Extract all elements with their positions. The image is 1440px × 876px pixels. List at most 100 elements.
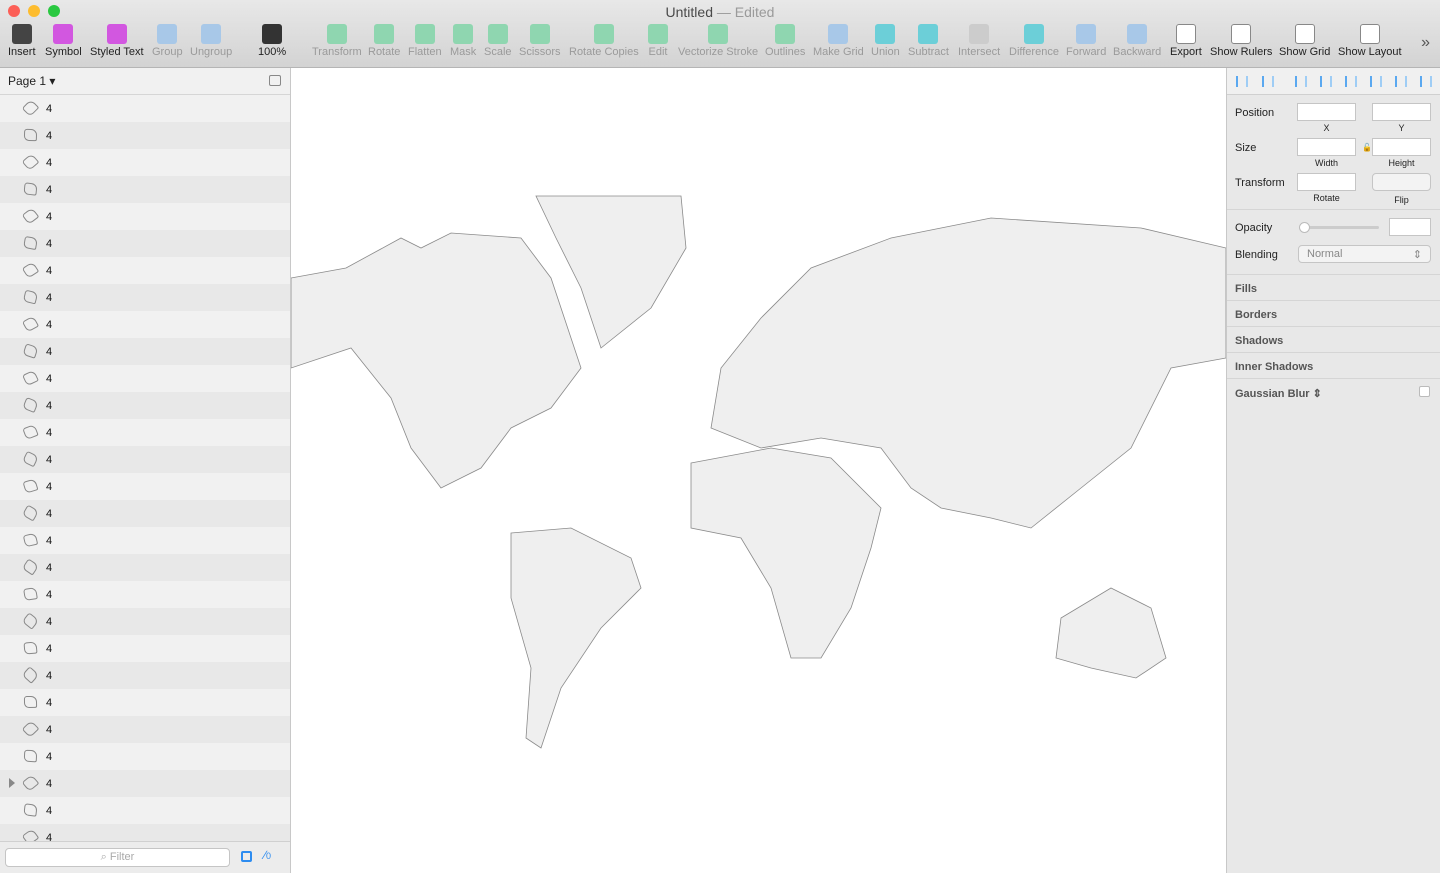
toolbar-ungroup-button[interactable]: Ungroup xyxy=(190,24,232,64)
shape-path-icon xyxy=(23,695,38,709)
layer-row[interactable]: 4 xyxy=(0,257,290,284)
toolbar-symbol-button[interactable]: Symbol xyxy=(45,24,82,64)
toolbar-export-button[interactable]: Export xyxy=(1170,24,1202,64)
toolbar-difference-button[interactable]: Difference xyxy=(1009,24,1059,64)
height-field[interactable] xyxy=(1372,138,1431,156)
layer-row[interactable]: 4 xyxy=(0,797,290,824)
blending-label: Blending xyxy=(1235,249,1278,261)
section-inner-shadows[interactable]: Inner Shadows xyxy=(1227,352,1440,378)
toolbar-rotate-copies-button[interactable]: Rotate Copies xyxy=(569,24,639,64)
shape-path-icon xyxy=(23,641,38,655)
layer-row[interactable]: 4 xyxy=(0,608,290,635)
layer-row[interactable]: 4 xyxy=(0,446,290,473)
collapse-icon[interactable] xyxy=(269,75,281,86)
toolbar-styled-text-button[interactable]: Styled Text xyxy=(90,24,144,64)
shape-path-icon xyxy=(23,749,38,763)
toolbar-subtract-button[interactable]: Subtract xyxy=(908,24,949,64)
layer-row[interactable]: 4 xyxy=(0,581,290,608)
toolbar-edit-button[interactable]: Edit xyxy=(648,24,668,64)
disclosure-triangle-icon[interactable] xyxy=(9,778,15,788)
layer-name: 4 xyxy=(46,319,53,331)
layer-row[interactable]: 4 xyxy=(0,554,290,581)
toolbar-label: 100% xyxy=(258,46,287,58)
layer-row[interactable]: 4 xyxy=(0,176,290,203)
toolbar-group-button[interactable]: Group xyxy=(152,24,183,64)
layer-row[interactable]: 4 xyxy=(0,284,290,311)
layer-row[interactable]: 4 xyxy=(0,95,290,122)
shape-path-icon xyxy=(21,558,40,576)
layer-row[interactable]: 4 xyxy=(0,635,290,662)
blending-select[interactable]: Normal ⇕ xyxy=(1298,245,1431,263)
toolbar-show-rulers-button[interactable]: Show Rulers xyxy=(1210,24,1272,64)
duplicate-icon[interactable] xyxy=(241,851,252,862)
shape-path-icon xyxy=(21,315,40,333)
filter-input[interactable]: ⌕ Filter xyxy=(5,848,230,867)
toolbar-vectorize-stroke-button[interactable]: Vectorize Stroke xyxy=(678,24,758,64)
layer-row[interactable]: 4 xyxy=(0,365,290,392)
toolbar-make-grid-button[interactable]: Make Grid xyxy=(813,24,864,64)
opacity-slider[interactable] xyxy=(1299,222,1379,233)
toolbar-100--button[interactable]: 100% xyxy=(258,24,286,64)
toolbar-show-grid-button[interactable]: Show Grid xyxy=(1279,24,1330,64)
y-field[interactable] xyxy=(1372,103,1431,121)
x-field[interactable] xyxy=(1297,103,1356,121)
edit-slices-button[interactable]: ∕0 xyxy=(264,848,271,862)
toolbar-union-button[interactable]: Union xyxy=(871,24,900,64)
lock-icon[interactable]: 🔓 xyxy=(1362,143,1372,152)
toolbar-scissors-button[interactable]: Scissors xyxy=(519,24,561,64)
opacity-label: Opacity xyxy=(1235,222,1273,234)
align-middle-icon[interactable] xyxy=(1395,76,1407,87)
section-shadows[interactable]: Shadows xyxy=(1227,326,1440,352)
layer-row[interactable]: 4 xyxy=(0,419,290,446)
layer-row[interactable]: 4 xyxy=(0,311,290,338)
toolbar-flatten-button[interactable]: Flatten xyxy=(408,24,442,64)
layer-row[interactable]: 4 xyxy=(0,473,290,500)
layer-row[interactable]: 4 xyxy=(0,743,290,770)
layer-row[interactable]: 4 xyxy=(0,338,290,365)
toolbar-overflow-button[interactable]: » xyxy=(1421,34,1430,52)
layer-row[interactable]: 4 xyxy=(0,230,290,257)
page-selector[interactable]: Page 1 ▾ xyxy=(0,68,290,95)
toolbar-show-layout-button[interactable]: Show Layout xyxy=(1338,24,1402,64)
layer-row[interactable]: 4 xyxy=(0,716,290,743)
toolbar-transform-button[interactable]: Transform xyxy=(312,24,362,64)
rotate-field[interactable] xyxy=(1297,173,1356,191)
gaussian-blur-checkbox[interactable] xyxy=(1419,386,1430,397)
toolbar-rotate-button[interactable]: Rotate xyxy=(368,24,400,64)
toolbar-mask-button[interactable]: Mask xyxy=(450,24,476,64)
layer-row[interactable]: 4 xyxy=(0,770,290,797)
shape-path-icon xyxy=(21,99,40,117)
align-center-icon[interactable] xyxy=(1320,76,1332,87)
toolbar-scale-button[interactable]: Scale xyxy=(484,24,512,64)
toolbar-intersect-button[interactable]: Intersect xyxy=(958,24,1000,64)
layer-row[interactable]: 4 xyxy=(0,689,290,716)
toolbar-backward-button[interactable]: Backward xyxy=(1113,24,1161,64)
layer-row[interactable]: 4 xyxy=(0,500,290,527)
africa xyxy=(690,447,882,659)
align-right-icon[interactable] xyxy=(1345,76,1357,87)
align-left-icon[interactable] xyxy=(1295,76,1307,87)
world-map[interactable] xyxy=(290,68,1227,873)
align-top-icon[interactable] xyxy=(1370,76,1382,87)
opacity-field[interactable] xyxy=(1389,218,1431,236)
section-borders[interactable]: Borders xyxy=(1227,300,1440,326)
canvas[interactable] xyxy=(290,68,1227,873)
layer-row[interactable]: 4 xyxy=(0,149,290,176)
section-gaussian-blur[interactable]: Gaussian Blur ⇕ xyxy=(1227,378,1440,404)
toolbar-insert-button[interactable]: Insert xyxy=(8,24,36,64)
layer-row[interactable]: 4 xyxy=(0,203,290,230)
distribute-vertical-icon[interactable] xyxy=(1262,76,1274,87)
align-bottom-icon[interactable] xyxy=(1420,76,1432,87)
toolbar-forward-button[interactable]: Forward xyxy=(1066,24,1106,64)
flip-buttons[interactable] xyxy=(1372,173,1431,191)
alignment-toolbar xyxy=(1227,68,1440,95)
export-icon xyxy=(1175,24,1196,44)
layer-row[interactable]: 4 xyxy=(0,662,290,689)
layer-row[interactable]: 4 xyxy=(0,392,290,419)
section-fills[interactable]: Fills xyxy=(1227,274,1440,300)
distribute-horizontal-icon[interactable] xyxy=(1236,76,1248,87)
layer-row[interactable]: 4 xyxy=(0,122,290,149)
layer-row[interactable]: 4 xyxy=(0,527,290,554)
toolbar-outlines-button[interactable]: Outlines xyxy=(765,24,805,64)
width-field[interactable] xyxy=(1297,138,1356,156)
